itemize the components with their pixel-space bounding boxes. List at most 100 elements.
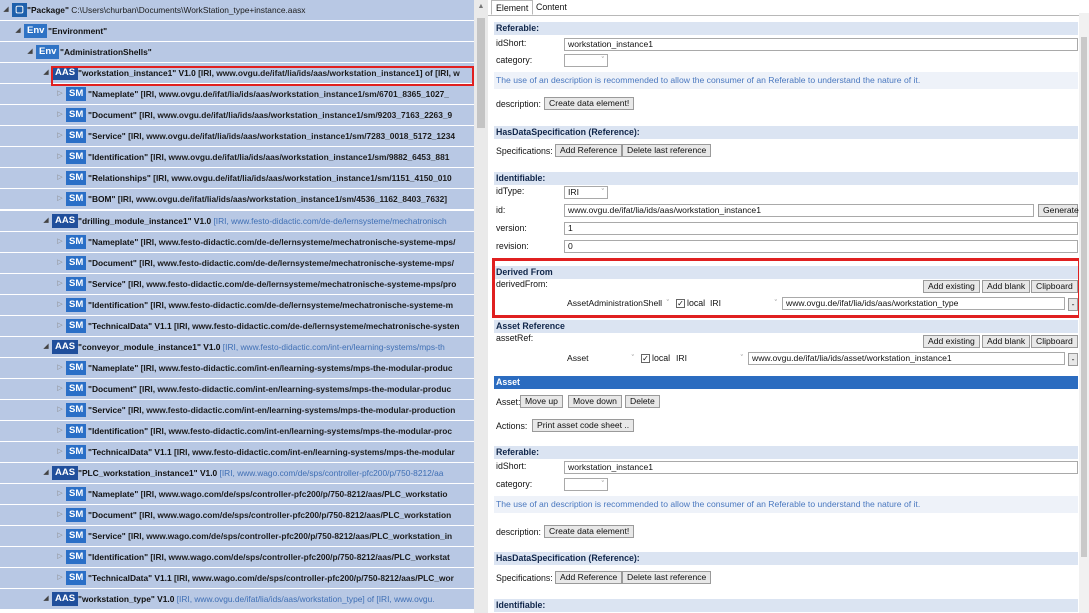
collapse-arrow-icon[interactable]: ◢ [2, 0, 10, 20]
expand-arrow-icon[interactable]: ▷ [56, 400, 64, 420]
tree-item-aas[interactable]: ◢ AAS "drilling_module_instance1" V1.0 [IR… [0, 211, 474, 231]
tree-item-submodel[interactable]: ▷ SM "Nameplate" [IRI, www.wago.com/de/sps… [0, 484, 474, 504]
expand-arrow-icon[interactable]: ▷ [56, 484, 64, 504]
derived-more-button[interactable]: - [1068, 298, 1078, 311]
derived-keytype-select[interactable]: AssetAdministrationShell ˇ [563, 297, 673, 310]
expand-arrow-icon[interactable]: ▷ [56, 147, 64, 167]
tree-item-submodel[interactable]: ▷ SM "Nameplate" [IRI, www.ovgu.de/ifat/li… [0, 84, 474, 104]
expand-arrow-icon[interactable]: ▷ [56, 253, 64, 273]
collapse-arrow-icon[interactable]: ◢ [14, 21, 22, 41]
assetref-keytype-select[interactable]: Asset ˇ [563, 352, 638, 365]
tree-item-aas[interactable]: ◢ AAS "PLC_workstation_instance1" V1.0 [IR… [0, 463, 474, 483]
expand-arrow-icon[interactable]: ▷ [56, 232, 64, 252]
add-blank-button[interactable]: Add blank [982, 280, 1031, 293]
editor-scrollbar-thumb[interactable] [1081, 37, 1087, 557]
add-reference-button[interactable]: Add Reference [555, 144, 623, 157]
tree-item-submodel[interactable]: ▷ SM "Identification" [IRI, www.wago.com/d… [0, 547, 474, 567]
assetref-add-blank-button[interactable]: Add blank [982, 335, 1031, 348]
tree-item-submodel[interactable]: ▷ SM "Service" [IRI, www.festo-didactic.co… [0, 400, 474, 420]
assetref-local-checkbox[interactable]: ✓ [641, 354, 650, 363]
collapse-arrow-icon[interactable]: ◢ [26, 42, 34, 62]
tree-item-submodel[interactable]: ▷ SM "BOM" [IRI, www.ovgu.de/ifat/lia/ids/… [0, 189, 474, 209]
assetref-idtype-select[interactable]: IRI ˇ [672, 352, 747, 365]
tree-item-submodel[interactable]: ▷ SM "Relationships" [IRI, www.ovgu.de/ifa… [0, 168, 474, 188]
scrollbar-thumb[interactable] [477, 18, 485, 128]
category-select[interactable]: ˇ [564, 54, 608, 67]
create-data-element-button[interactable]: Create data element! [544, 97, 635, 110]
expand-arrow-icon[interactable]: ▷ [56, 295, 64, 315]
expand-arrow-icon[interactable]: ▷ [56, 526, 64, 546]
derived-value-input[interactable]: www.ovgu.de/ifat/lia/ids/aas/workstation… [782, 297, 1065, 310]
expand-arrow-icon[interactable]: ▷ [56, 84, 64, 104]
revision-input[interactable]: 0 [564, 240, 1078, 253]
idtype-select[interactable]: IRI ˇ [564, 186, 608, 199]
expand-arrow-icon[interactable]: ▷ [56, 568, 64, 588]
id-input[interactable]: www.ovgu.de/ifat/lia/ids/aas/workstation… [564, 204, 1034, 217]
clipboard-button[interactable]: Clipboard [1031, 280, 1078, 293]
tree-item-aas[interactable]: ◢ AAS "conveyor_module_instance1" V1.0 [IR… [0, 337, 474, 357]
expand-arrow-icon[interactable]: ▷ [56, 168, 64, 188]
tree-item-environment[interactable]: ◢ Env "AdministrationShells" [0, 42, 474, 62]
derived-local-checkbox[interactable]: ✓ [676, 299, 685, 308]
scroll-up-icon[interactable]: ▲ [474, 0, 488, 14]
collapse-arrow-icon[interactable]: ◢ [42, 337, 50, 357]
tree-item-submodel[interactable]: ▷ SM "Nameplate" [IRI, www.festo-didactic.… [0, 358, 474, 378]
tree-item-submodel[interactable]: ▷ SM "Identification" [IRI, www.festo-dida… [0, 421, 474, 441]
delete-button[interactable]: Delete [625, 395, 660, 408]
tree-item-aas[interactable]: ◢ AAS "workstation_type" V1.0 [IRI, www.ov… [0, 589, 474, 609]
collapse-arrow-icon[interactable]: ◢ [42, 211, 50, 231]
expand-arrow-icon[interactable]: ▷ [56, 547, 64, 567]
delete-last-reference-button[interactable]: Delete last reference [622, 144, 712, 157]
category-select-2[interactable]: ˇ [564, 478, 608, 491]
tree-item-submodel[interactable]: ▷ SM "TechnicalData" V1.1 [IRI, www.festo-… [0, 316, 474, 336]
tree-item-environment[interactable]: ◢ Env "Environment" [0, 21, 474, 41]
delete-last-reference-button-2[interactable]: Delete last reference [622, 571, 712, 584]
tree-item-submodel[interactable]: ▷ SM "Identification" [IRI, www.ovgu.de/if… [0, 147, 474, 167]
assetref-add-existing-button[interactable]: Add existing [923, 335, 980, 348]
expand-arrow-icon[interactable]: ▷ [56, 505, 64, 525]
add-reference-button-2[interactable]: Add Reference [555, 571, 623, 584]
expand-arrow-icon[interactable]: ▷ [56, 126, 64, 146]
tree-item-submodel[interactable]: ▷ SM "Document" [IRI, www.festo-didactic.c… [0, 253, 474, 273]
tree-item-package[interactable]: ◢ ▢ "Package" C:\Users\churban\Documents\W… [0, 0, 474, 20]
tab-content[interactable]: Content [532, 0, 571, 15]
assetref-value-input[interactable]: www.ovgu.de/ifat/lia/ids/asset/workstati… [748, 352, 1065, 365]
move-up-button[interactable]: Move up [520, 395, 563, 408]
tree-item-submodel[interactable]: ▷ SM "Service" [IRI, www.festo-didactic.co… [0, 274, 474, 294]
expand-arrow-icon[interactable]: ▷ [56, 358, 64, 378]
expand-arrow-icon[interactable]: ▷ [56, 105, 64, 125]
derived-idtype-select[interactable]: IRI ˇ [706, 297, 781, 310]
tree-item-submodel[interactable]: ▷ SM "TechnicalData" V1.1 [IRI, www.festo-… [0, 442, 474, 462]
expand-arrow-icon[interactable]: ▷ [56, 421, 64, 441]
tree-item-submodel[interactable]: ▷ SM "Nameplate" [IRI, www.festo-didactic.… [0, 232, 474, 252]
idshort-input[interactable]: workstation_instance1 [564, 38, 1078, 51]
move-down-button[interactable]: Move down [568, 395, 622, 408]
tree-item-submodel[interactable]: ▷ SM "Document" [IRI, www.wago.com/de/sps/… [0, 505, 474, 525]
editor-scrollbar[interactable] [1079, 13, 1089, 613]
expand-arrow-icon[interactable]: ▷ [56, 274, 64, 294]
collapse-arrow-icon[interactable]: ◢ [42, 63, 50, 83]
tree-item-submodel[interactable]: ▷ SM "Service" [IRI, www.ovgu.de/ifat/lia/… [0, 126, 474, 146]
tree-item-submodel[interactable]: ▷ SM "Document" [IRI, www.festo-didactic.c… [0, 379, 474, 399]
tree-item-submodel[interactable]: ▷ SM "Document" [IRI, www.ovgu.de/ifat/lia… [0, 105, 474, 125]
expand-arrow-icon[interactable]: ▷ [56, 189, 64, 209]
idshort-input-2[interactable]: workstation_instance1 [564, 461, 1078, 474]
tab-element[interactable]: Element [491, 0, 534, 15]
create-data-element-button-2[interactable]: Create data element! [544, 525, 635, 538]
tree-scrollbar[interactable]: ▲ [474, 0, 488, 613]
tree-item-submodel[interactable]: ▷ SM "Service" [IRI, www.wago.com/de/sps/c… [0, 526, 474, 546]
assetref-more-button[interactable]: - [1068, 353, 1078, 366]
version-input[interactable]: 1 [564, 222, 1078, 235]
tree-item-aas[interactable]: ◢ AAS "workstation_instance1" V1.0 [IRI, w… [0, 63, 474, 83]
collapse-arrow-icon[interactable]: ◢ [42, 463, 50, 483]
expand-arrow-icon[interactable]: ▷ [56, 379, 64, 399]
generate-button[interactable]: Generate [1038, 204, 1079, 217]
print-asset-code-sheet-button[interactable]: Print asset code sheet .. [532, 419, 635, 432]
tree-item-submodel[interactable]: ▷ SM "TechnicalData" V1.1 [IRI, www.wago.c… [0, 568, 474, 588]
assetref-clipboard-button[interactable]: Clipboard [1031, 335, 1078, 348]
expand-arrow-icon[interactable]: ▷ [56, 442, 64, 462]
tree-item-submodel[interactable]: ▷ SM "Identification" [IRI, www.festo-dida… [0, 295, 474, 315]
expand-arrow-icon[interactable]: ▷ [56, 316, 64, 336]
add-existing-button[interactable]: Add existing [923, 280, 980, 293]
collapse-arrow-icon[interactable]: ◢ [42, 589, 50, 609]
